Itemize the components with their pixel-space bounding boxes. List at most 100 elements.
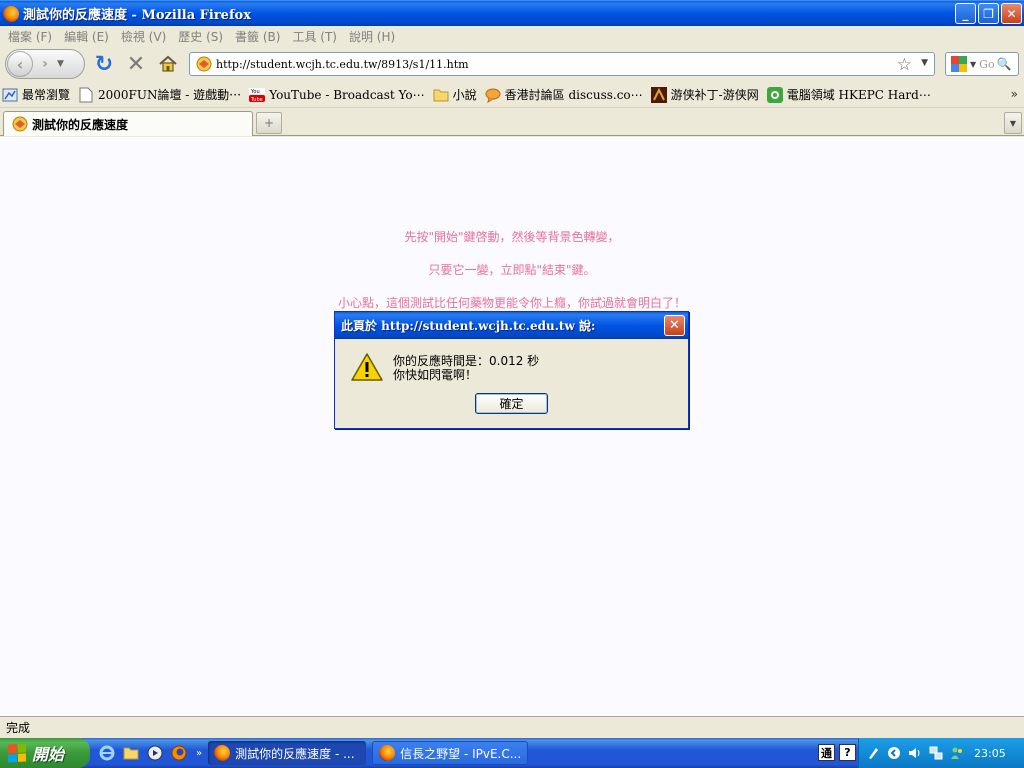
- close-button[interactable]: ✕: [1001, 3, 1022, 24]
- tab-label: 測試你的反應速度: [32, 117, 129, 132]
- search-engine-dropdown-icon[interactable]: ▼: [970, 60, 976, 69]
- search-placeholder: Go: [979, 57, 995, 71]
- bookmark-youtube[interactable]: You Tube YouTube - Broadcast Yo⋯: [249, 87, 425, 103]
- bookmark-label: 2000FUN論壇 - 遊戲動⋯: [98, 88, 242, 102]
- forward-button[interactable]: ›: [33, 56, 57, 72]
- folder-icon: [433, 87, 449, 103]
- instruction-line-1: 先按"開始"鍵啓動，然後等背景色轉變，: [404, 230, 620, 244]
- task-label: 信長之野望 - IPvE.C...: [400, 746, 522, 761]
- tab-reaction-test[interactable]: 測試你的反應速度: [3, 111, 253, 136]
- url-text[interactable]: http://student.wcjh.tc.edu.tw/8913/s1/11…: [216, 58, 469, 71]
- search-icon[interactable]: 🔍: [997, 57, 1012, 71]
- history-dropdown-icon[interactable]: ▼: [57, 59, 69, 69]
- status-bar: 完成: [0, 716, 1024, 738]
- bookmark-most-visited[interactable]: 最常瀏覽: [2, 86, 70, 103]
- minimize-button[interactable]: _: [955, 3, 976, 24]
- navigation-toolbar: ‹ › ▼ ↻ ✕ http://student.wcjh.tc.edu.tw/…: [0, 46, 1024, 82]
- back-button[interactable]: ‹: [7, 51, 33, 77]
- window-controls: _ ❐ ✕: [955, 3, 1022, 24]
- page-icon: [78, 87, 94, 103]
- clock[interactable]: 23:05: [974, 747, 1006, 760]
- menu-file[interactable]: 檔案 (F): [4, 28, 60, 45]
- warning-icon: [351, 353, 383, 381]
- ok-button[interactable]: 確定: [475, 393, 548, 414]
- tab-favicon-icon: [12, 116, 28, 132]
- svg-text:Tube: Tube: [250, 97, 263, 103]
- window-titlebar[interactable]: 測試你的反應速度 - Mozilla Firefox _ ❐ ✕: [0, 0, 1024, 26]
- menu-tools[interactable]: 工具 (T): [288, 28, 345, 45]
- ime-help-icon[interactable]: ?: [839, 744, 856, 761]
- start-label: 開始: [32, 745, 65, 764]
- firefox-icon: [379, 745, 396, 761]
- bookmark-label: 小說: [452, 88, 477, 102]
- bookmark-label: 游侠补丁-游侠网: [670, 88, 759, 102]
- alert-title: 此頁於 http://student.wcjh.tc.edu.tw 說:: [341, 319, 596, 333]
- bookmark-2000fun[interactable]: 2000FUN論壇 - 遊戲動⋯: [78, 86, 241, 103]
- menu-history[interactable]: 歷史 (S): [174, 28, 231, 45]
- taskbar: 開始 » 測試你的反應速度 - ... 信長之野望 - IPvE.C... 通 …: [0, 738, 1024, 768]
- instruction-line-2: 只要它一變，立即點"結束"鍵。: [428, 263, 596, 277]
- site-favicon-icon: [196, 56, 212, 72]
- bookmark-discuss[interactable]: 香港討論區 discuss.co⋯: [485, 86, 643, 103]
- chat-icon: [485, 87, 501, 103]
- firefox-quicklaunch-icon[interactable]: [170, 744, 188, 762]
- reload-button[interactable]: ↻: [91, 51, 117, 77]
- alert-titlebar[interactable]: 此頁於 http://student.wcjh.tc.edu.tw 說: ✕: [335, 312, 688, 339]
- alert-body: 你的反應時間是：0.012 秒 你快如閃電啊！ 確定: [335, 339, 688, 428]
- search-box[interactable]: ▼ Go 🔍: [945, 52, 1019, 76]
- hkepc-icon: [766, 86, 783, 103]
- alert-dialog: 此頁於 http://student.wcjh.tc.edu.tw 說: ✕ 你…: [334, 311, 689, 429]
- system-tray: 23:05: [858, 738, 1024, 768]
- ie-icon[interactable]: [98, 744, 116, 762]
- stop-button[interactable]: ✕: [123, 51, 149, 77]
- menu-edit[interactable]: 編輯 (E): [60, 28, 117, 45]
- restore-button[interactable]: ❐: [978, 3, 999, 24]
- folder-icon[interactable]: [122, 744, 140, 762]
- taskbar-item-nobunaga[interactable]: 信長之野望 - IPvE.C...: [372, 741, 529, 765]
- url-dropdown-icon[interactable]: ▼: [921, 58, 928, 68]
- media-player-icon[interactable]: [146, 744, 164, 762]
- instruction-line-3: 小心點，這個測試比任何藥物更能令你上癮，你試過就會明白了！: [337, 296, 686, 310]
- youtube-icon: You Tube: [249, 87, 266, 103]
- menu-bookmarks[interactable]: 書籤 (B): [231, 28, 288, 45]
- bookmark-hkepc[interactable]: 電腦領域 HKEPC Hard⋯: [766, 86, 931, 103]
- tray-expand-icon[interactable]: [886, 745, 902, 761]
- svg-text:You: You: [250, 89, 260, 95]
- bookmark-star-icon[interactable]: ☆: [897, 55, 912, 75]
- taskbar-item-firefox[interactable]: 測試你的反應速度 - ...: [208, 741, 367, 765]
- task-label: 測試你的反應速度 - ...: [235, 746, 355, 761]
- alert-close-button[interactable]: ✕: [664, 315, 685, 336]
- users-icon[interactable]: [949, 745, 965, 761]
- ali213-icon: [650, 86, 667, 103]
- firefox-icon: [214, 745, 231, 761]
- tab-strip: 測試你的反應速度 + ▼: [0, 108, 1024, 136]
- windows-logo-icon: [8, 743, 26, 763]
- quick-launch-overflow-icon[interactable]: »: [196, 748, 202, 759]
- ime-indicator: 通 ?: [818, 744, 856, 761]
- status-text: 完成: [6, 721, 31, 735]
- bookmark-label: YouTube - Broadcast Yo⋯: [269, 87, 425, 102]
- home-button[interactable]: [155, 51, 181, 77]
- new-tab-button[interactable]: +: [256, 112, 282, 134]
- tab-list-button[interactable]: ▼: [1004, 112, 1022, 134]
- bookmark-ali213[interactable]: 游侠补丁-游侠网: [650, 86, 759, 103]
- menu-view[interactable]: 檢視 (V): [117, 28, 174, 45]
- quick-launch: [98, 744, 188, 762]
- tray-pen-icon[interactable]: [865, 745, 881, 761]
- back-forward-group: ‹ › ▼: [5, 49, 85, 79]
- address-bar[interactable]: http://student.wcjh.tc.edu.tw/8913/s1/11…: [189, 52, 935, 76]
- network-icon[interactable]: [928, 745, 944, 761]
- start-button[interactable]: 開始: [0, 738, 90, 768]
- volume-icon[interactable]: [907, 745, 923, 761]
- menu-help[interactable]: 說明 (H): [345, 28, 403, 45]
- bookmarks-overflow-icon[interactable]: »: [1011, 87, 1018, 101]
- most-visited-icon: [2, 87, 18, 103]
- ime-mode-icon[interactable]: 通: [818, 744, 835, 761]
- google-logo-icon: [951, 56, 967, 72]
- google-icon[interactable]: [948, 55, 970, 73]
- menu-bar: 檔案 (F) 編輯 (E) 檢視 (V) 歷史 (S) 書籤 (B) 工具 (T…: [0, 26, 1024, 46]
- bookmarks-toolbar: 最常瀏覽 2000FUN論壇 - 遊戲動⋯ You Tube YouTube - …: [0, 82, 1024, 108]
- bookmark-folder-novel[interactable]: 小說: [433, 86, 477, 103]
- bookmark-label: 香港討論區 discuss.co⋯: [504, 88, 643, 102]
- window-title: 測試你的反應速度 - Mozilla Firefox: [23, 8, 251, 23]
